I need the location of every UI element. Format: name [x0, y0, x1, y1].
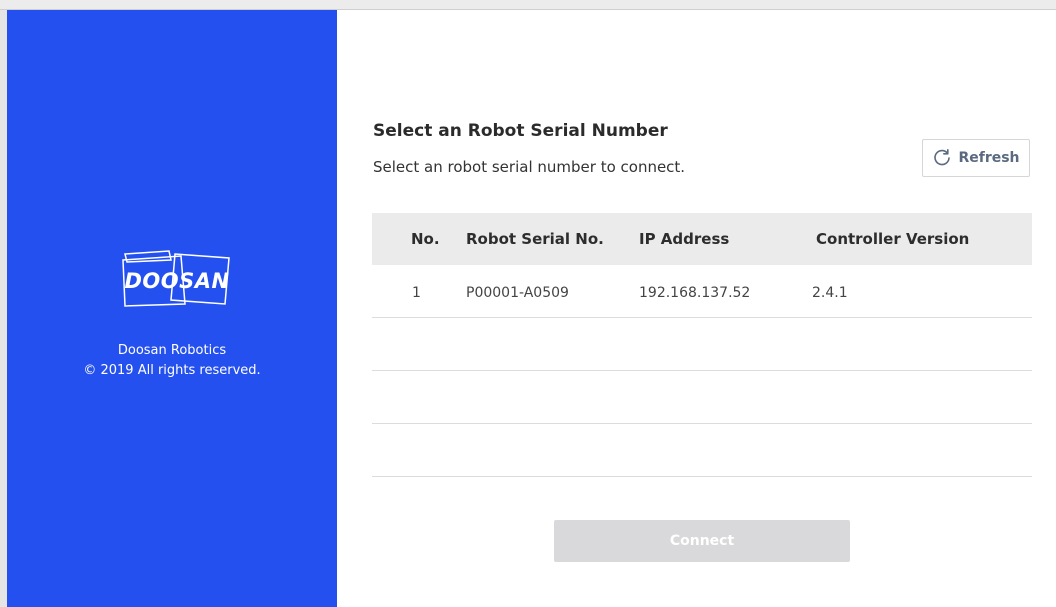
column-header-ip: IP Address [639, 230, 730, 248]
refresh-icon [932, 148, 952, 168]
refresh-button-label: Refresh [958, 150, 1020, 166]
column-header-no: No. [411, 230, 440, 248]
logo-wordmark: DOOSAN [124, 269, 229, 293]
refresh-button[interactable]: Refresh [922, 139, 1030, 177]
robot-table: No. Robot Serial No. IP Address Controll… [372, 213, 1032, 477]
table-row-empty [372, 424, 1032, 477]
cell-no: 1 [412, 285, 421, 301]
company-name: Doosan Robotics [117, 343, 227, 358]
app-window: DOOSAN Doosan Robotics © 2019 All rights… [0, 0, 1056, 607]
doosan-logo: DOOSAN [111, 248, 241, 308]
connect-button[interactable]: Connect [554, 520, 850, 562]
branding-text: Doosan Robotics © 2019 All rights reserv… [7, 341, 337, 381]
cell-version: 2.4.1 [812, 285, 848, 301]
window-top-edge [0, 0, 1056, 9]
main-content: Select an Robot Serial Number Select an … [337, 10, 1056, 607]
window-left-edge [0, 0, 7, 607]
doosan-logo-icon: DOOSAN [122, 250, 230, 307]
cell-ip: 192.168.137.52 [639, 285, 751, 301]
branding-panel: DOOSAN Doosan Robotics © 2019 All rights… [7, 10, 337, 607]
table-row[interactable]: 1 P00001-A0509 192.168.137.52 2.4.1 [372, 265, 1032, 318]
cell-serial: P00001-A0509 [466, 285, 569, 301]
table-header: No. Robot Serial No. IP Address Controll… [372, 213, 1032, 265]
table-row-empty [372, 371, 1032, 424]
table-row-empty [372, 318, 1032, 371]
page-subtitle: Select an robot serial number to connect… [373, 158, 686, 176]
column-header-serial: Robot Serial No. [466, 230, 604, 248]
copyright-text: © 2019 All rights reserved. [83, 363, 261, 378]
page-title: Select an Robot Serial Number [373, 121, 668, 141]
column-header-version: Controller Version [816, 230, 970, 248]
